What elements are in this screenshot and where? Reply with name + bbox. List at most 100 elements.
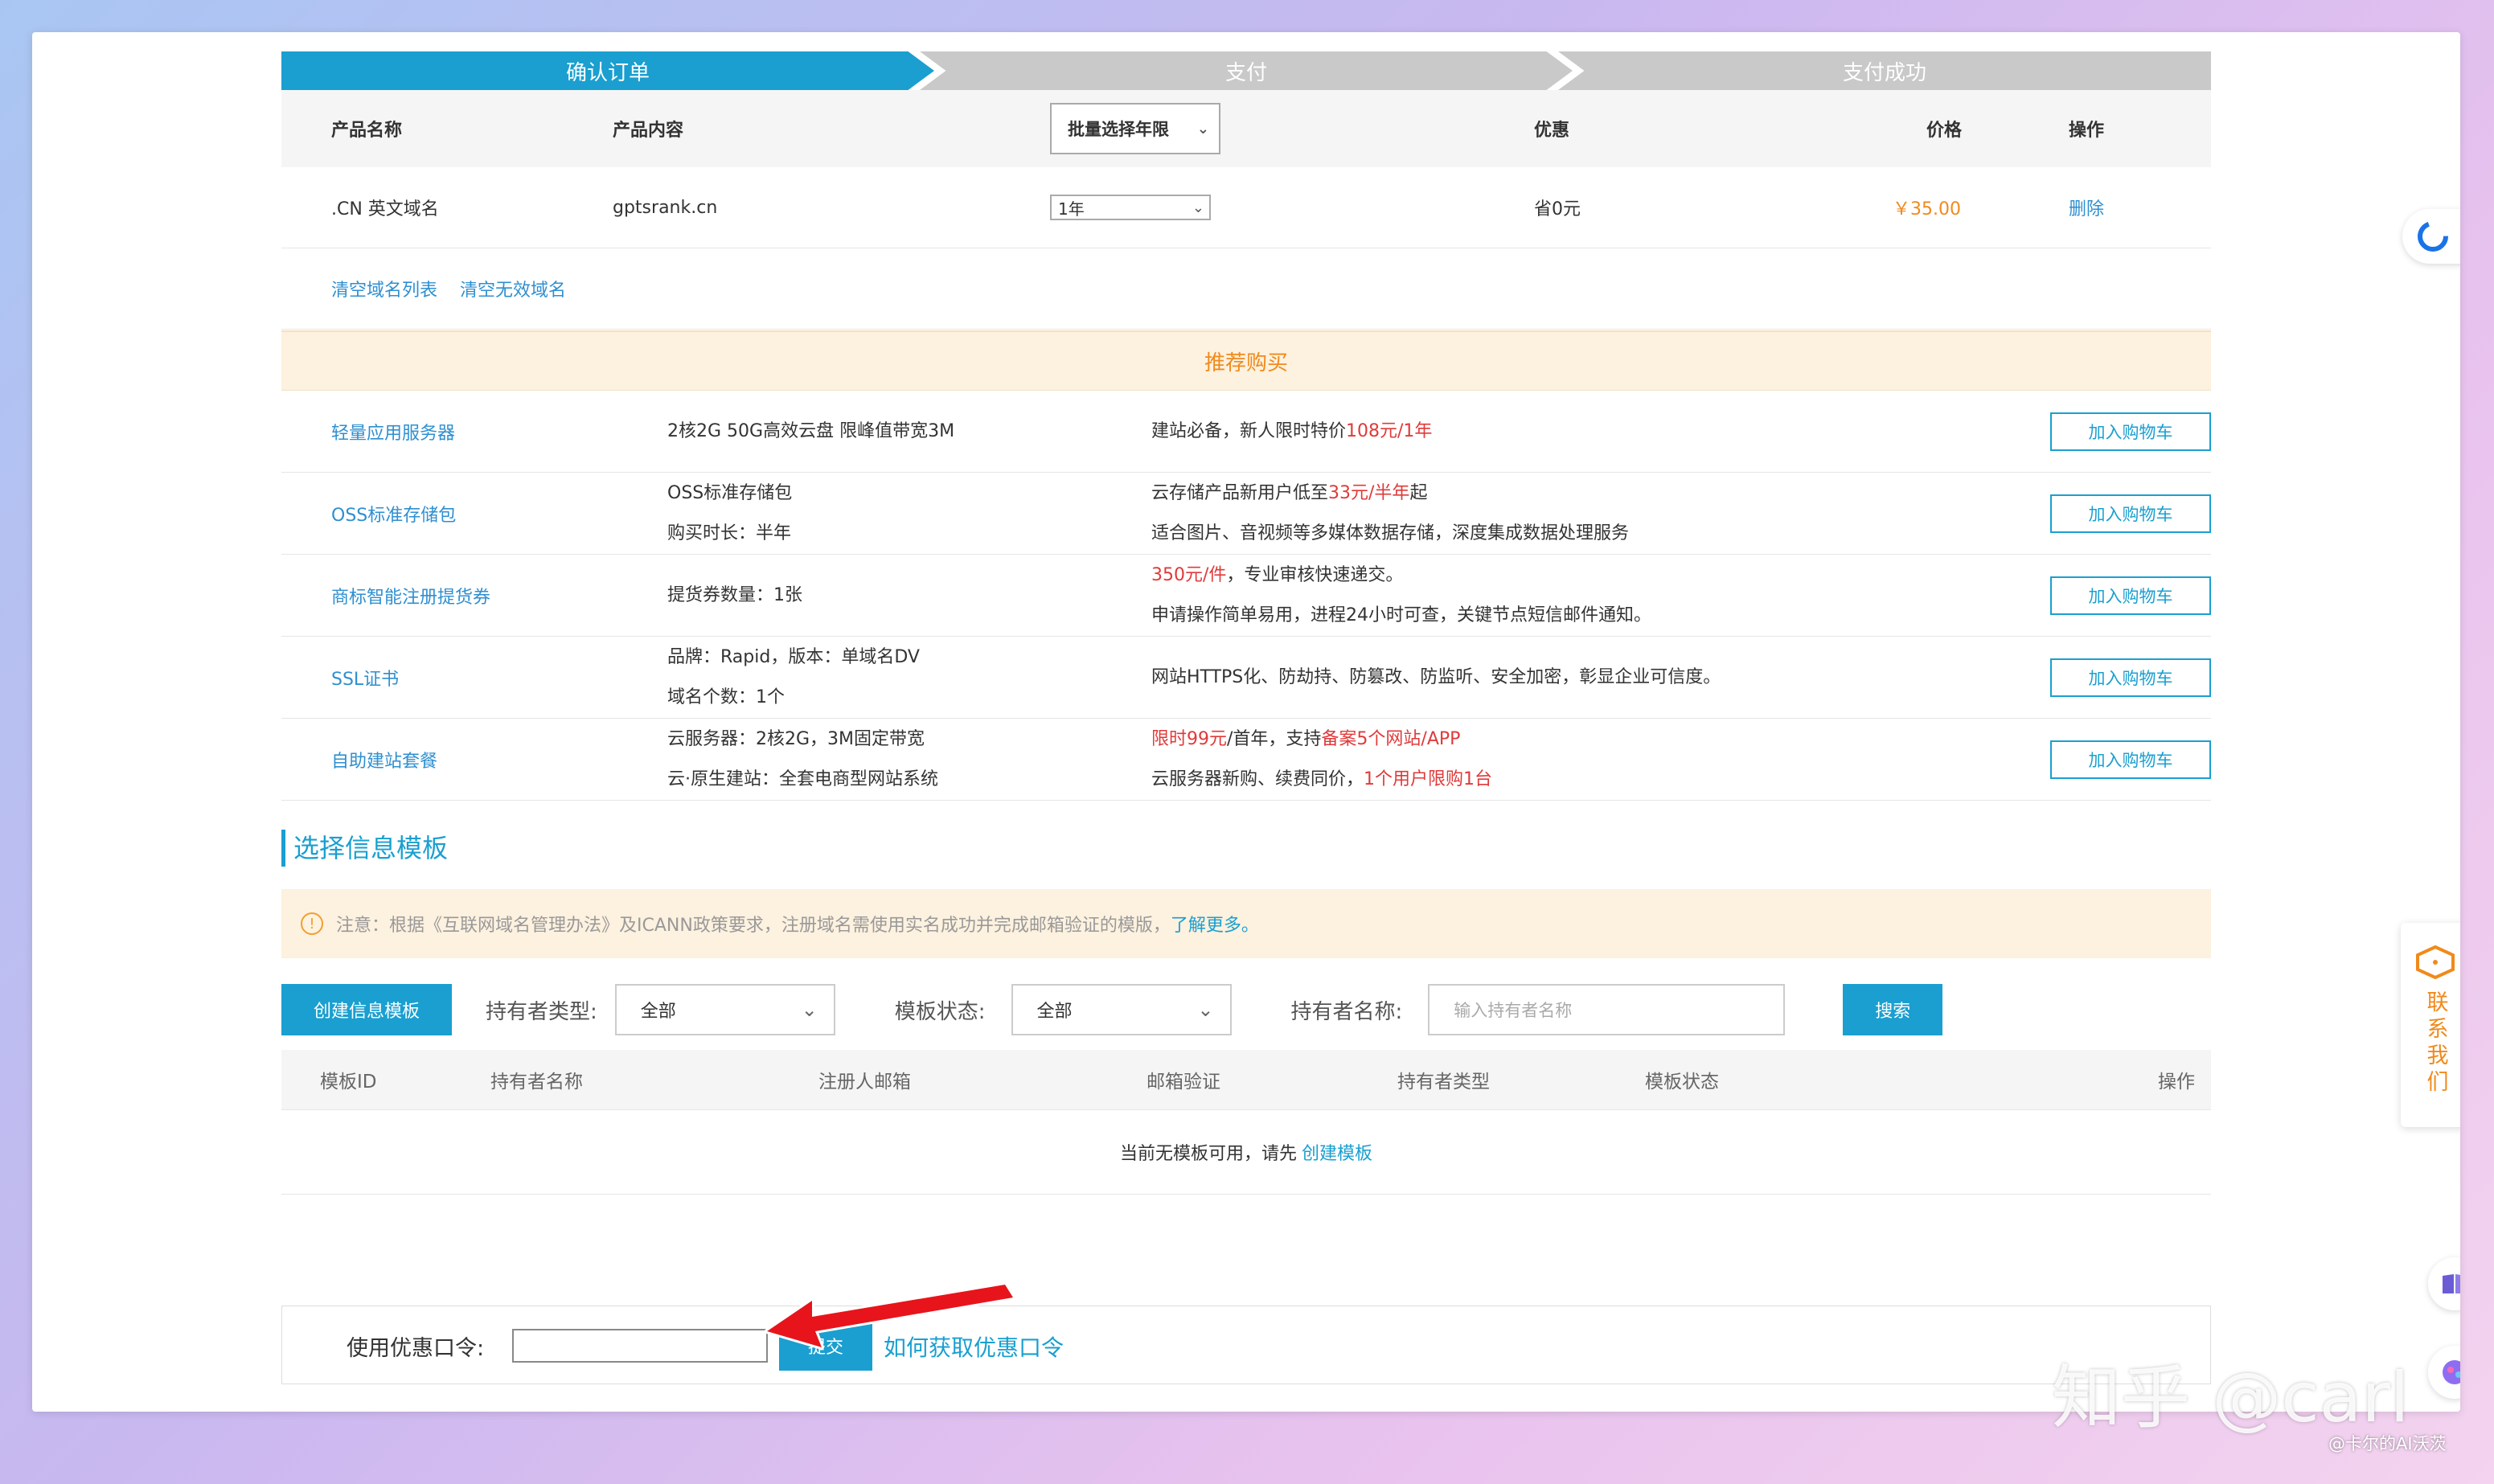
add-to-cart-button[interactable]: 加入购物车 — [2050, 576, 2211, 615]
chevron-down-icon: ⌄ — [801, 998, 818, 1021]
desc-text: 云存储产品新用户低至 — [1151, 482, 1329, 503]
content-line: 云服务器：2核2G，3M固定带宽 — [667, 728, 925, 749]
content-line: 品牌：Rapid，版本：单域名DV — [667, 646, 920, 667]
content-line: 云·原生建站：全套电商型网站系统 — [667, 769, 938, 789]
row-price: ￥35.00 — [1792, 167, 1962, 248]
desc-line: 适合图片、音视频等多媒体数据存储，深度集成数据处理服务 — [1151, 523, 1630, 543]
section-title: 选择信息模板 — [281, 830, 2211, 867]
col-holder-name: 持有者名称 — [490, 1072, 583, 1093]
recommend-desc: 建站必备，新人限时特价108元/1年 — [1151, 412, 1432, 452]
ai-brain-icon[interactable] — [2428, 1346, 2460, 1399]
batch-years-label: 批量选择年限 — [1068, 120, 1169, 139]
desc-text: 起 — [1409, 482, 1428, 503]
col-holder-type: 持有者类型 — [1397, 1072, 1490, 1093]
desc-line: 云服务器新购、续费同价，1个用户限购1台 — [1151, 760, 1492, 800]
desc-line: 建站必备，新人限时特价108元/1年 — [1151, 412, 1432, 452]
step-payment: 支付 — [920, 51, 1573, 90]
table-row: .CN 英文域名 gptsrank.cn 1年 ⌄ 省0元 ￥35.00 删除 — [281, 167, 2211, 248]
recommend-content: OSS标准存储包 购买时长：半年 — [667, 473, 792, 554]
add-to-cart-button[interactable]: 加入购物车 — [2050, 412, 2211, 451]
desc-highlight: 108元/1年 — [1346, 420, 1433, 441]
col-email-verify: 邮箱验证 — [1147, 1072, 1220, 1093]
page-card: 确认订单 支付 支付成功 产品名称 产品内容 批量选择年限 ⌄ 优惠 价格 操作… — [32, 32, 2460, 1412]
desc-text: 云服务器新购、续费同价， — [1151, 769, 1364, 789]
recommend-row: OSS标准存储包 OSS标准存储包 购买时长：半年 云存储产品新用户低至33元/… — [281, 473, 2211, 555]
chevron-down-icon: ⌄ — [1197, 998, 1214, 1021]
notice-bar: ! 注意：根据《互联网域名管理办法》及ICANN政策要求，注册域名需使用实名成功… — [281, 889, 2211, 958]
status-value: 全部 — [1036, 1002, 1073, 1022]
clear-list-link[interactable]: 清空域名列表 — [331, 276, 437, 301]
desc-highlight: 33元/半年 — [1328, 482, 1410, 503]
add-to-cart-button[interactable]: 加入购物车 — [2050, 740, 2211, 779]
holder-name-label: 持有者名称: — [1290, 999, 1403, 1024]
desc-line: 限时99元/首年，支持备案5个网站/APP — [1151, 719, 1492, 760]
create-template-link[interactable]: 创建模板 — [1302, 1139, 1372, 1165]
recommend-desc: 云存储产品新用户低至33元/半年起 适合图片、音视频等多媒体数据存储，深度集成数… — [1151, 473, 1629, 554]
order-table: 产品名称 产品内容 批量选择年限 ⌄ 优惠 价格 操作 .CN 英文域名 gpt… — [281, 90, 2211, 248]
order-content: 确认订单 支付 支付成功 产品名称 产品内容 批量选择年限 ⌄ 优惠 价格 操作… — [281, 51, 2211, 1195]
recommend-desc: 限时99元/首年，支持备案5个网站/APP 云服务器新购、续费同价，1个用户限购… — [1151, 719, 1492, 800]
status-select[interactable]: 全部 ⌄ — [1011, 984, 1232, 1035]
template-table-header: 模板ID 持有者名称 注册人邮箱 邮箱验证 持有者类型 模板状态 操作 — [281, 1050, 2211, 1110]
desc-highlight: 限时99元 — [1151, 728, 1227, 749]
recommend-name-link[interactable]: SSL证书 — [331, 665, 399, 691]
search-button[interactable]: 搜索 — [1843, 984, 1943, 1035]
info-icon: ! — [301, 912, 323, 935]
book-icon[interactable] — [2428, 1257, 2460, 1310]
desc-line: 350元/件，专业审核快速递交。 — [1151, 555, 1651, 596]
watermark-caption: @卡尔的AI沃茨 — [2328, 1434, 2447, 1453]
contact-us-widget[interactable]: 联系我们 — [2401, 923, 2460, 1127]
add-to-cart-button[interactable]: 加入购物车 — [2050, 658, 2211, 697]
recommend-desc: 350元/件，专业审核快速递交。 申请操作简单易用，进程24小时可查，关键节点短… — [1151, 555, 1651, 636]
recommend-content: 云服务器：2核2G，3M固定带宽 云·原生建站：全套电商型网站系统 — [667, 719, 938, 800]
coupon-label: 使用优惠口令: — [347, 1336, 485, 1361]
recommend-name-link[interactable]: 商标智能注册提货券 — [331, 583, 490, 609]
col-price: 价格 — [1792, 90, 1962, 167]
watermark-logo: 知乎 @carl — [2052, 1358, 2410, 1438]
step-payment-success: 支付成功 — [1558, 51, 2211, 90]
col-template-status: 模板状态 — [1645, 1072, 1719, 1093]
assistant-icon[interactable] — [2417, 220, 2449, 252]
coupon-input[interactable] — [512, 1329, 768, 1363]
col-discount: 优惠 — [1533, 90, 1792, 167]
step-confirm-order: 确认订单 — [281, 51, 934, 90]
domain-list-actions: 清空域名列表 清空无效域名 — [281, 248, 2211, 330]
recommend-row: SSL证书 品牌：Rapid，版本：单域名DV 域名个数：1个 网站HTTPS化… — [281, 637, 2211, 719]
row-years-value: 1年 — [1058, 199, 1085, 219]
col-operation: 操作 — [2158, 1072, 2195, 1093]
recommend-name-link[interactable]: 自助建站套餐 — [331, 747, 437, 773]
recommend-title: 推荐购买 — [281, 330, 2211, 391]
row-discount: 省0元 — [1533, 167, 1792, 248]
desc-line: 网站HTTPS化、防劫持、防篡改、防监听、安全加密，彰显企业可信度。 — [1151, 666, 1721, 687]
empty-text: 当前无模板可用，请先 — [1119, 1144, 1297, 1164]
learn-more-link[interactable]: 了解更多。 — [1171, 911, 1259, 937]
recommend-row: 轻量应用服务器 2核2G 50G高效云盘 限峰值带宽3M 建站必备，新人限时特价… — [281, 391, 2211, 473]
chevron-down-icon: ⌄ — [1196, 120, 1209, 137]
holder-name-input[interactable]: 输入持有者名称 — [1428, 984, 1786, 1035]
recommend-content: 提货券数量：1张 — [667, 576, 802, 616]
recommend-row: 商标智能注册提货券 提货券数量：1张 350元/件，专业审核快速递交。 申请操作… — [281, 555, 2211, 637]
clear-invalid-link[interactable]: 清空无效域名 — [460, 276, 566, 301]
create-template-button[interactable]: 创建信息模板 — [281, 984, 452, 1035]
col-years: 批量选择年限 ⌄ — [1049, 90, 1533, 167]
row-product-content: gptsrank.cn — [612, 167, 1049, 248]
col-product-name: 产品名称 — [281, 90, 612, 167]
content-line: 域名个数：1个 — [667, 687, 785, 707]
coupon-bar: 使用优惠口令: 提交 如何获取优惠口令 — [281, 1306, 2211, 1384]
holder-type-select[interactable]: 全部 ⌄ — [614, 984, 835, 1035]
holder-type-label: 持有者类型: — [486, 999, 597, 1024]
row-product-name: .CN 英文域名 — [281, 167, 612, 248]
delete-link[interactable]: 删除 — [1962, 167, 2211, 248]
batch-years-select[interactable]: 批量选择年限 ⌄ — [1050, 103, 1220, 154]
recommend-name-link[interactable]: 轻量应用服务器 — [331, 419, 455, 445]
recommend-name-link[interactable]: OSS标准存储包 — [331, 501, 456, 527]
holder-type-value: 全部 — [640, 1002, 676, 1022]
checkout-steps: 确认订单 支付 支付成功 — [281, 51, 2211, 90]
row-years-select[interactable]: 1年 ⌄ — [1050, 195, 1211, 220]
add-to-cart-button[interactable]: 加入购物车 — [2050, 494, 2211, 533]
content-line: OSS标准存储包 — [667, 482, 793, 503]
order-table-header: 产品名称 产品内容 批量选择年限 ⌄ 优惠 价格 操作 — [281, 90, 2211, 167]
col-registrant-email: 注册人邮箱 — [818, 1072, 911, 1093]
empty-state: 当前无模板可用，请先 创建模板 — [281, 1110, 2211, 1195]
desc-highlight: 350元/件 — [1151, 564, 1227, 585]
